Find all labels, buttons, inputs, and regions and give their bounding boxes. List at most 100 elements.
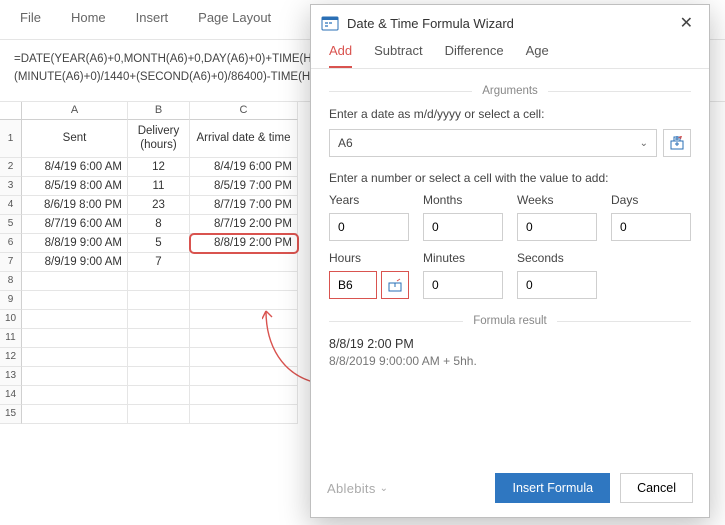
ribbon-tab-file[interactable]: File bbox=[20, 10, 41, 25]
cell[interactable] bbox=[190, 272, 298, 291]
date-time-wizard-dialog: Date & Time Formula Wizard ✕ Add Subtrac… bbox=[310, 4, 710, 518]
cell[interactable]: 5 bbox=[128, 234, 190, 253]
cell[interactable]: 8/6/19 8:00 PM bbox=[22, 196, 128, 215]
cell[interactable] bbox=[22, 386, 128, 405]
cell[interactable] bbox=[190, 253, 298, 272]
table-row bbox=[22, 367, 298, 386]
table-row bbox=[22, 329, 298, 348]
cell[interactable]: 11 bbox=[128, 177, 190, 196]
row-header[interactable]: 3 bbox=[0, 177, 22, 196]
months-input[interactable] bbox=[423, 213, 503, 241]
cell[interactable]: 8/4/19 6:00 AM bbox=[22, 158, 128, 177]
cell[interactable] bbox=[128, 348, 190, 367]
cell[interactable] bbox=[22, 272, 128, 291]
tab-age[interactable]: Age bbox=[526, 43, 549, 68]
tab-subtract[interactable]: Subtract bbox=[374, 43, 422, 68]
row-header[interactable]: 9 bbox=[0, 291, 22, 310]
chevron-down-icon[interactable]: ⌄ bbox=[640, 138, 648, 149]
cell[interactable]: 8/7/19 6:00 AM bbox=[22, 215, 128, 234]
row-header[interactable]: 12 bbox=[0, 348, 22, 367]
cell-picker-hours[interactable] bbox=[381, 271, 409, 299]
cancel-button[interactable]: Cancel bbox=[620, 473, 693, 503]
cell[interactable] bbox=[22, 348, 128, 367]
cell[interactable]: 8/7/19 2:00 PM bbox=[190, 215, 298, 234]
table-row: 8/8/19 9:00 AM58/8/19 2:00 PM bbox=[22, 234, 298, 253]
cell[interactable] bbox=[22, 310, 128, 329]
cell[interactable] bbox=[190, 405, 298, 424]
row-header[interactable]: 2 bbox=[0, 158, 22, 177]
cell[interactable] bbox=[190, 367, 298, 386]
cell[interactable]: 8/7/19 7:00 PM bbox=[190, 196, 298, 215]
cell[interactable] bbox=[22, 291, 128, 310]
row-header[interactable]: 14 bbox=[0, 386, 22, 405]
cell[interactable] bbox=[22, 367, 128, 386]
cell[interactable] bbox=[190, 386, 298, 405]
cell[interactable]: 8/8/19 9:00 AM bbox=[22, 234, 128, 253]
cell[interactable]: 8/9/19 9:00 AM bbox=[22, 253, 128, 272]
row-header[interactable]: 4 bbox=[0, 196, 22, 215]
brand-label[interactable]: Ablebits⌄ bbox=[327, 481, 388, 496]
table-row bbox=[22, 405, 298, 424]
row-header[interactable]: 10 bbox=[0, 310, 22, 329]
row-header[interactable]: 7 bbox=[0, 253, 22, 272]
cell[interactable] bbox=[128, 329, 190, 348]
date-input[interactable]: A6 ⌄ bbox=[329, 129, 657, 157]
cell[interactable]: 23 bbox=[128, 196, 190, 215]
table-row: 8/5/19 8:00 AM118/5/19 7:00 PM bbox=[22, 177, 298, 196]
days-input[interactable] bbox=[611, 213, 691, 241]
row-header[interactable]: 13 bbox=[0, 367, 22, 386]
tab-add[interactable]: Add bbox=[329, 43, 352, 68]
cell[interactable] bbox=[128, 291, 190, 310]
cell[interactable]: 7 bbox=[128, 253, 190, 272]
cell[interactable]: 8/5/19 7:00 PM bbox=[190, 177, 298, 196]
header-sent[interactable]: Sent bbox=[22, 120, 128, 158]
select-all-corner[interactable] bbox=[0, 102, 22, 120]
cell[interactable]: 8/5/19 8:00 AM bbox=[22, 177, 128, 196]
cell[interactable] bbox=[190, 291, 298, 310]
chevron-down-icon: ⌄ bbox=[380, 483, 389, 494]
cell[interactable] bbox=[128, 310, 190, 329]
cell[interactable] bbox=[190, 348, 298, 367]
cell[interactable]: 12 bbox=[128, 158, 190, 177]
weeks-input[interactable] bbox=[517, 213, 597, 241]
minutes-input[interactable] bbox=[423, 271, 503, 299]
header-delivery[interactable]: Delivery (hours) bbox=[128, 120, 190, 158]
row-header[interactable]: 6 bbox=[0, 234, 22, 253]
cell[interactable]: 8/4/19 6:00 PM bbox=[190, 158, 298, 177]
cell-highlighted[interactable]: 8/8/19 2:00 PM bbox=[190, 234, 298, 253]
ribbon-tab-page-layout[interactable]: Page Layout bbox=[198, 10, 271, 25]
row-header[interactable]: 15 bbox=[0, 405, 22, 424]
tab-difference[interactable]: Difference bbox=[445, 43, 504, 68]
table-row bbox=[22, 310, 298, 329]
col-header-a[interactable]: A bbox=[22, 102, 128, 120]
cell[interactable] bbox=[22, 329, 128, 348]
date-input-value: A6 bbox=[338, 136, 353, 150]
cell[interactable] bbox=[190, 329, 298, 348]
years-input[interactable] bbox=[329, 213, 409, 241]
insert-formula-button[interactable]: Insert Formula bbox=[495, 473, 610, 503]
row-header[interactable]: 1 bbox=[0, 120, 22, 158]
cell-picker-date[interactable] bbox=[663, 129, 691, 157]
row-header[interactable]: 5 bbox=[0, 215, 22, 234]
cell[interactable] bbox=[190, 310, 298, 329]
cell[interactable] bbox=[128, 367, 190, 386]
col-header-c[interactable]: C bbox=[190, 102, 298, 120]
ribbon-tab-insert[interactable]: Insert bbox=[136, 10, 169, 25]
cell[interactable] bbox=[128, 272, 190, 291]
cell[interactable] bbox=[128, 386, 190, 405]
ribbon-tab-home[interactable]: Home bbox=[71, 10, 106, 25]
dialog-title: Date & Time Formula Wizard bbox=[347, 16, 514, 31]
cell[interactable]: 8 bbox=[128, 215, 190, 234]
cell[interactable] bbox=[22, 405, 128, 424]
row-header[interactable]: 11 bbox=[0, 329, 22, 348]
table-row: 8/4/19 6:00 AM128/4/19 6:00 PM bbox=[22, 158, 298, 177]
col-header-b[interactable]: B bbox=[128, 102, 190, 120]
close-icon[interactable]: ✕ bbox=[674, 9, 699, 37]
row-header[interactable]: 8 bbox=[0, 272, 22, 291]
hours-input[interactable] bbox=[329, 271, 377, 299]
table-row: 8/7/19 6:00 AM88/7/19 2:00 PM bbox=[22, 215, 298, 234]
cell[interactable] bbox=[128, 405, 190, 424]
table-row bbox=[22, 348, 298, 367]
seconds-input[interactable] bbox=[517, 271, 597, 299]
header-arrival[interactable]: Arrival date & time bbox=[190, 120, 298, 158]
